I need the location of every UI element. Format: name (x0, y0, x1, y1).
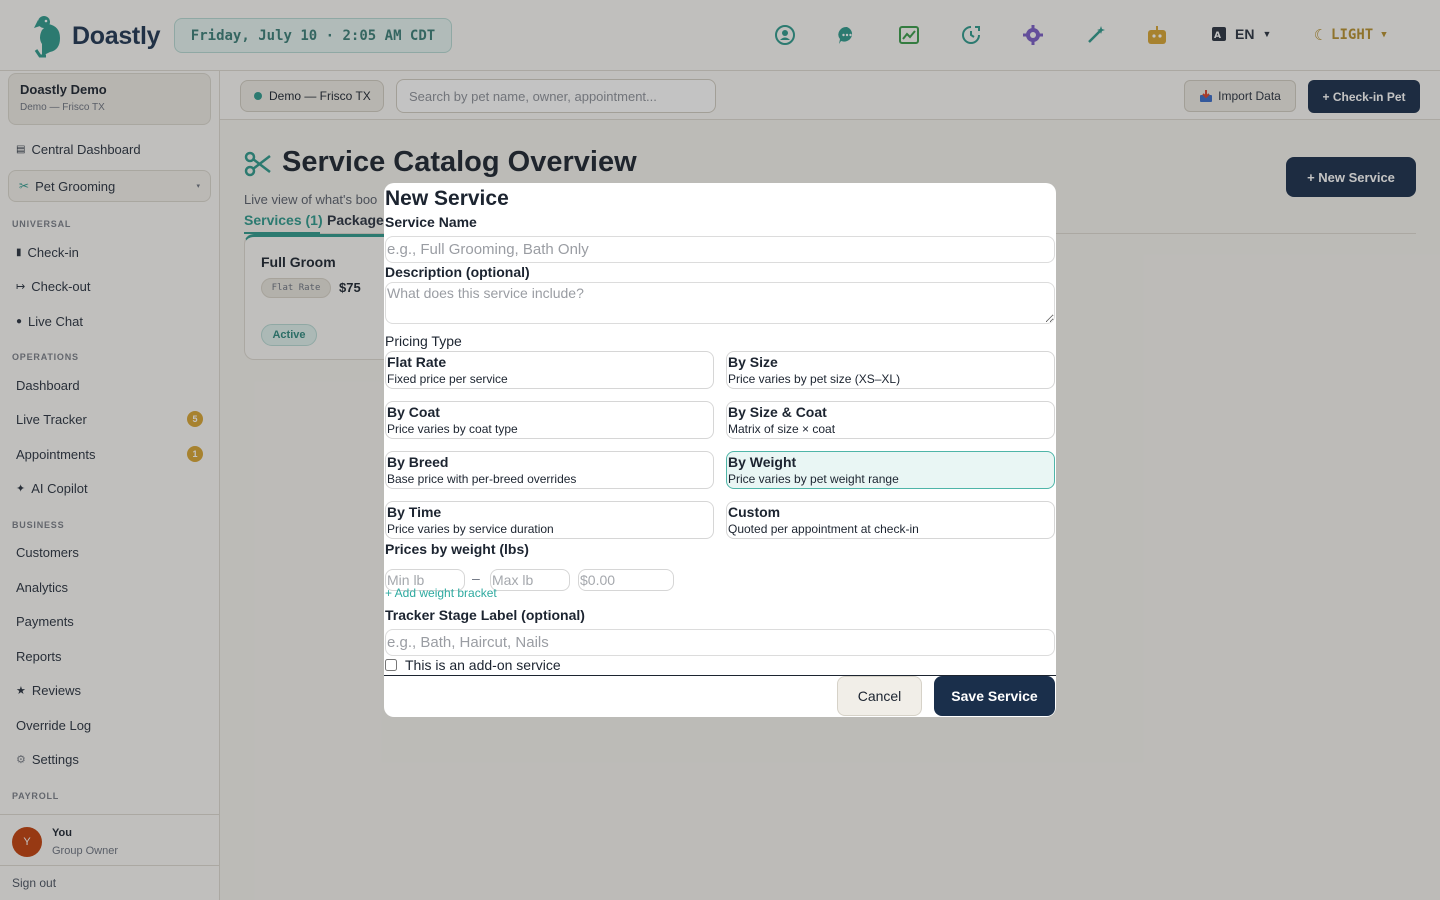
pricing-option-custom[interactable]: Custom Quoted per appointment at check-i… (726, 501, 1055, 539)
pricing-option-name: Flat Rate (387, 354, 447, 370)
pricing-option-name: By Weight (728, 454, 797, 470)
pricing-option-desc: Price varies by pet size (XS–XL) (728, 372, 901, 386)
addon-checkbox[interactable] (385, 659, 397, 671)
service-name-input[interactable] (385, 236, 1055, 263)
pricing-option-by-time[interactable]: By Time Price varies by service duration (385, 501, 714, 539)
pricing-option-name: Custom (728, 504, 781, 520)
pricing-option-desc: Base price with per-breed overrides (387, 472, 577, 486)
new-service-modal: New Service Service Name Description (op… (384, 183, 1056, 717)
tracker-stage-input[interactable] (385, 629, 1055, 656)
description-textarea[interactable] (385, 282, 1055, 324)
pricing-option-by-breed[interactable]: By Breed Base price with per-breed overr… (385, 451, 714, 489)
pricing-option-desc: Fixed price per service (387, 372, 508, 386)
bracket-price-input[interactable] (578, 569, 674, 591)
pricing-option-name: By Time (387, 504, 442, 520)
pricing-option-name: By Coat (387, 404, 440, 420)
add-weight-bracket-link[interactable]: + Add weight bracket (385, 586, 497, 600)
pricing-option-by-size[interactable]: By Size Price varies by pet size (XS–XL) (726, 351, 1055, 389)
save-service-button[interactable]: Save Service (934, 676, 1055, 716)
service-name-label: Service Name (385, 214, 477, 230)
description-label: Description (optional) (385, 264, 530, 280)
weight-prices-label: Prices by weight (lbs) (385, 541, 529, 557)
pricing-option-desc: Price varies by coat type (387, 422, 518, 436)
pricing-option-flat-rate[interactable]: Flat Rate Fixed price per service (385, 351, 714, 389)
tracker-stage-label: Tracker Stage Label (optional) (385, 607, 585, 623)
max-weight-input[interactable] (490, 569, 570, 591)
addon-checkbox-row[interactable]: This is an add-on service (385, 657, 561, 673)
pricing-option-desc: Matrix of size × coat (728, 422, 836, 436)
pricing-option-desc: Quoted per appointment at check-in (728, 522, 919, 536)
addon-checkbox-label: This is an add-on service (405, 657, 561, 673)
cancel-button[interactable]: Cancel (837, 676, 922, 716)
pricing-option-name: By Size & Coat (728, 404, 827, 420)
pricing-option-name: By Size (728, 354, 778, 370)
pricing-type-label: Pricing Type (385, 333, 462, 349)
modal-title: New Service (385, 187, 509, 210)
pricing-option-desc: Price varies by pet weight range (728, 472, 899, 486)
pricing-option-name: By Breed (387, 454, 449, 470)
pricing-option-by-coat[interactable]: By Coat Price varies by coat type (385, 401, 714, 439)
pricing-option-desc: Price varies by service duration (387, 522, 554, 536)
range-dash: – (472, 570, 480, 586)
pricing-option-by-weight[interactable]: By Weight Price varies by pet weight ran… (726, 451, 1055, 489)
pricing-option-by-size-coat[interactable]: By Size & Coat Matrix of size × coat (726, 401, 1055, 439)
